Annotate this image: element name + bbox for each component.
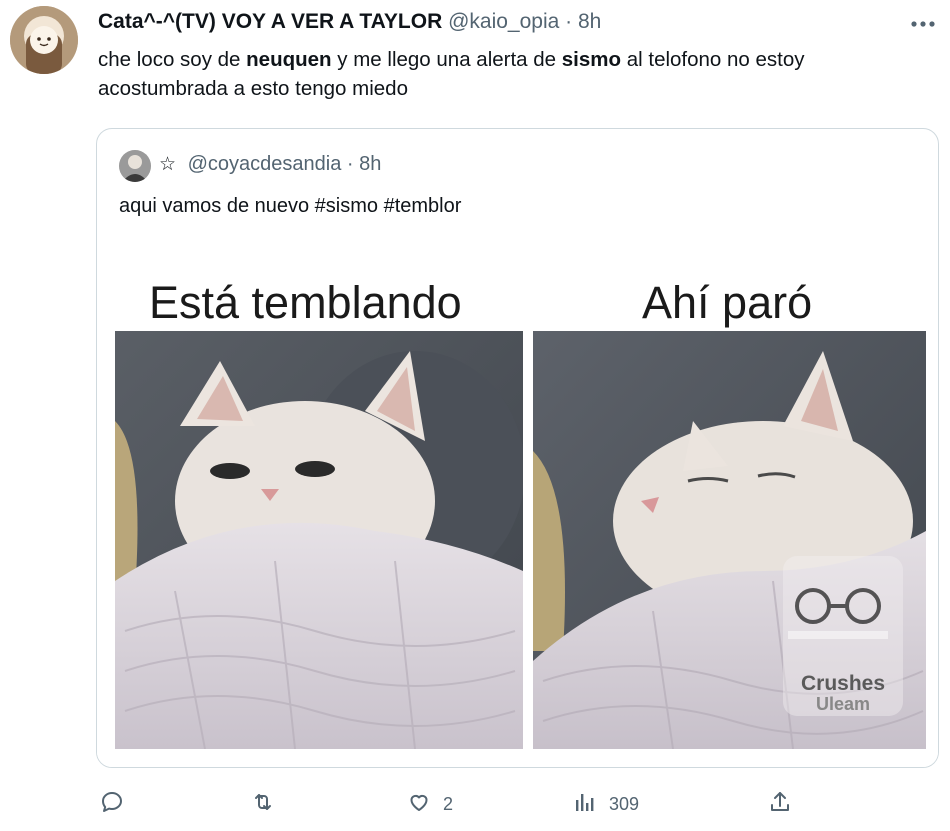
like-count: 2 xyxy=(443,794,454,814)
quoted-avatar[interactable] xyxy=(119,150,151,182)
watermark-line1: Crushes xyxy=(800,672,886,695)
display-name[interactable]: Cata^-^(TV) VOY A VER A TAYLOR xyxy=(98,10,442,33)
quoted-text: aqui vamos de nuevo #sismo #temblor xyxy=(119,195,462,217)
cat-sleeping-photo: Crushes Uleam xyxy=(533,331,926,749)
reply-button[interactable] xyxy=(100,790,124,819)
retweet-icon xyxy=(251,790,275,819)
share-button[interactable] xyxy=(768,790,792,819)
cat-awake-photo xyxy=(115,331,523,749)
heart-icon xyxy=(407,790,431,819)
share-icon xyxy=(768,790,792,819)
like-button[interactable]: 2 xyxy=(407,790,453,819)
views-count: 309 xyxy=(609,794,640,814)
tweet-text-bold: sismo xyxy=(561,48,622,71)
reply-icon xyxy=(100,790,124,819)
quoted-header: ☆ @coyacdesandia · 8h xyxy=(159,153,381,176)
meme-caption-left: Está temblando xyxy=(149,277,462,328)
retweet-button[interactable] xyxy=(251,790,275,819)
star-icon: ☆ xyxy=(159,154,177,175)
separator: · xyxy=(565,10,573,33)
separator: · xyxy=(346,153,354,175)
action-bar: 2 309 xyxy=(0,790,950,826)
quoted-timestamp[interactable]: 8h xyxy=(359,153,381,175)
tweet-text-bold: neuquen xyxy=(246,48,332,71)
watermark-text: Crushes Uleam xyxy=(783,672,903,714)
tweet-text-part: y me llego una alerta de xyxy=(331,48,562,71)
views-chart-icon xyxy=(573,790,597,819)
timestamp[interactable]: 8h xyxy=(578,10,601,33)
quoted-handle[interactable]: @coyacdesandia xyxy=(188,153,342,175)
tweet-header: Cata^-^(TV) VOY A VER A TAYLOR @kaio_opi… xyxy=(98,10,601,34)
avatar[interactable] xyxy=(10,6,78,74)
meme-caption-right: Ahí paró xyxy=(642,277,813,328)
user-handle[interactable]: @kaio_opia xyxy=(448,10,559,33)
more-dots-icon[interactable] xyxy=(910,8,936,34)
tweet-text-part: che loco soy de xyxy=(98,48,247,71)
views-button[interactable]: 309 xyxy=(573,790,639,819)
tweet-text: che loco soy de neuquen y me llego una a… xyxy=(98,45,928,103)
watermark-line2: Uleam xyxy=(815,694,871,714)
